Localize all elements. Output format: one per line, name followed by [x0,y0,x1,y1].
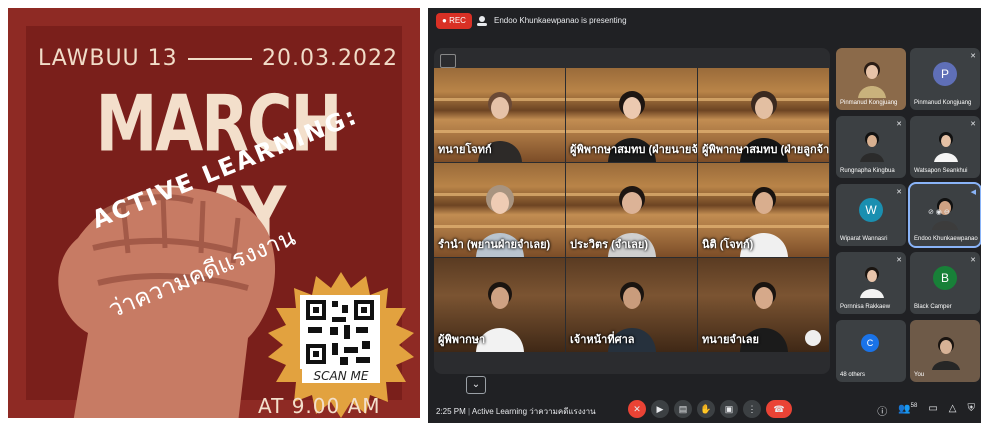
meeting-details: 2:25 PM | Active Learning ว่าความคดีแรงง… [436,407,596,416]
stage-tile: ผู้พิพากษาสมทบ (ฝ่ายลูกจ้าง) [698,68,829,162]
stage-tile: เจ้าหน้าที่ศาล [566,258,697,352]
poster-header: LAWBUU 13 20.03.2022 [38,46,398,71]
chevron-down-icon[interactable]: ⌄ [466,376,486,394]
activities-icon[interactable]: △ [949,403,957,418]
participant-tile-others[interactable]: C 48 others [836,320,906,382]
poster-divider [187,57,253,60]
tile-controls-icon[interactable]: ⊘ ◉ ⊖ [928,208,950,216]
participant-name: Pornnisa Rakkaew [840,304,891,310]
stage-tile-label: ผู้พิพากษา [438,334,486,346]
stage-tile-label: ประวิตร (จำเลย) [570,239,648,251]
present-icon[interactable]: ▣ [720,400,738,418]
mic-off-icon: ✕ [896,121,902,128]
participant-name: 48 others [840,372,866,378]
end-call-icon[interactable]: ☎ [766,400,792,418]
stage-tile: นิติ (โจทก์) [698,163,829,257]
participant-avatar: W [859,198,883,222]
people-icon[interactable]: 👥58 [898,403,917,418]
meet-top-bar: ● REC Endoo Khunkaewpanao is presenting [428,8,981,34]
participant-tile[interactable]: ✕ Rungnapha Kingbua [836,116,906,178]
recording-badge: ● REC [436,13,472,29]
stage-tile-label: รำนำ (พยานฝ่ายจำเลย) [438,239,551,251]
stage-tile-label: ทนายโจทก์ [438,144,492,156]
meeting-time: 2:25 PM [436,407,466,416]
participant-name: You [914,372,925,378]
meet-control-bar: 2:25 PM | Active Learning ว่าความคดีแรงง… [428,396,981,423]
mic-off-icon: ✕ [896,189,902,196]
mic-off-icon: ✕ [896,257,902,264]
university-logo-icon [805,330,821,346]
pin-icon[interactable] [440,54,456,68]
stage-tile-label: ผู้พิพากษาสมทบ (ฝ่ายลูกจ้าง) [702,144,829,156]
participant-tile[interactable]: B ✕ Black Camper [910,252,980,314]
mic-off-icon[interactable]: ✕ [628,400,646,418]
participant-tile-active[interactable]: ⊘ ◉ ⊖ ◀ Endoo Khunkaewpanao [908,182,981,248]
presentation-stage[interactable]: ทนายโจทก์ ผู้พิพากษาสมทบ (ฝ่ายนายจ้าง) ผ… [434,48,830,374]
participant-name: Wiparat Wannasri [840,236,888,242]
chat-icon[interactable]: ▭ [928,403,937,418]
participant-name: Rungnapha Kingbua [840,168,895,174]
stage-tile: ประวิตร (จำเลย) [566,163,697,257]
courtroom-grid: ทนายโจทก์ ผู้พิพากษาสมทบ (ฝ่ายนายจ้าง) ผ… [434,68,830,352]
meet-window: ● REC Endoo Khunkaewpanao is presenting … [428,8,981,423]
poster-date: 20.03.2022 [262,46,398,71]
stage-tile: รำนำ (พยานฝ่ายจำเลย) [434,163,565,257]
stage-tile-label: ทนายจำเลย [702,334,759,346]
participant-tile[interactable]: ✕ Pornnisa Rakkaew [836,252,906,314]
qr-caption: SCAN ME [302,369,380,383]
participant-avatar: B [933,266,957,290]
stage-tile: ผู้พิพากษาสมทบ (ฝ่ายนายจ้าง) [566,68,697,162]
mic-off-icon: ✕ [970,121,976,128]
march-day-poster: LAWBUU 13 20.03.2022 MARCH DAY ACTIVE LE… [8,8,420,418]
meeting-name: Active Learning ว่าความคดีแรงงาน [471,407,596,416]
participant-name: Pinmanud Kongjuang [840,100,898,106]
participant-name: Endoo Khunkaewpanao [914,236,978,242]
presenter-avatar-icon [477,16,487,26]
call-controls: ✕ ▶ ▤ ✋ ▣ ⋮ ☎ [628,400,792,418]
speaking-icon: ◀ [970,189,976,196]
poster-time: AT 9.00 AM [258,394,381,418]
participant-tile[interactable]: W ✕ Wiparat Wannasri [836,184,906,246]
participant-name: Watsapon Seankhui [914,168,968,174]
stage-tile: ทนายโจทก์ [434,68,565,162]
stage-tile-label: นิติ (โจทก์) [702,239,754,251]
participants-count: 58 [910,403,918,409]
participant-tile[interactable]: ✕ Watsapon Seankhui [910,116,980,178]
participant-tile[interactable]: P ✕ Pinmanud Kongjuang [910,48,980,110]
raise-hand-icon[interactable]: ✋ [697,400,715,418]
stage-tile: ผู้พิพากษา [434,258,565,352]
stage-tile: ทนายจำเลย [698,258,829,352]
participant-grid: Pinmanud Kongjuang P ✕ Pinmanud Kongjuan… [836,48,981,388]
info-icon[interactable]: ⓘ [877,403,887,418]
qr-code[interactable] [300,295,380,369]
participant-name: Black Camper [914,304,952,310]
more-icon[interactable]: ⋮ [743,400,761,418]
stage-tile-label: ผู้พิพากษาสมทบ (ฝ่ายนายจ้าง) [570,144,697,156]
participant-avatar: P [933,62,957,86]
record-icon: ● [442,16,450,25]
stage-tile-label: เจ้าหน้าที่ศาล [570,334,635,346]
participant-name: Pinmanud Kongjuang [914,100,972,106]
poster-org: LAWBUU 13 [38,46,178,71]
rec-label: REC [449,16,466,25]
participant-avatar: C [861,334,879,352]
camera-icon[interactable]: ▶ [651,400,669,418]
mic-off-icon: ✕ [970,257,976,264]
presenting-status: Endoo Khunkaewpanao is presenting [494,16,627,25]
mic-off-icon: ✕ [970,53,976,60]
host-controls-icon[interactable]: ⛨ [968,403,976,418]
captions-icon[interactable]: ▤ [674,400,692,418]
participant-tile[interactable]: Pinmanud Kongjuang [836,48,906,110]
participant-tile-self[interactable]: You [910,320,980,382]
side-controls: ⓘ 👥58 ▭ △ ⛨ [877,403,975,418]
